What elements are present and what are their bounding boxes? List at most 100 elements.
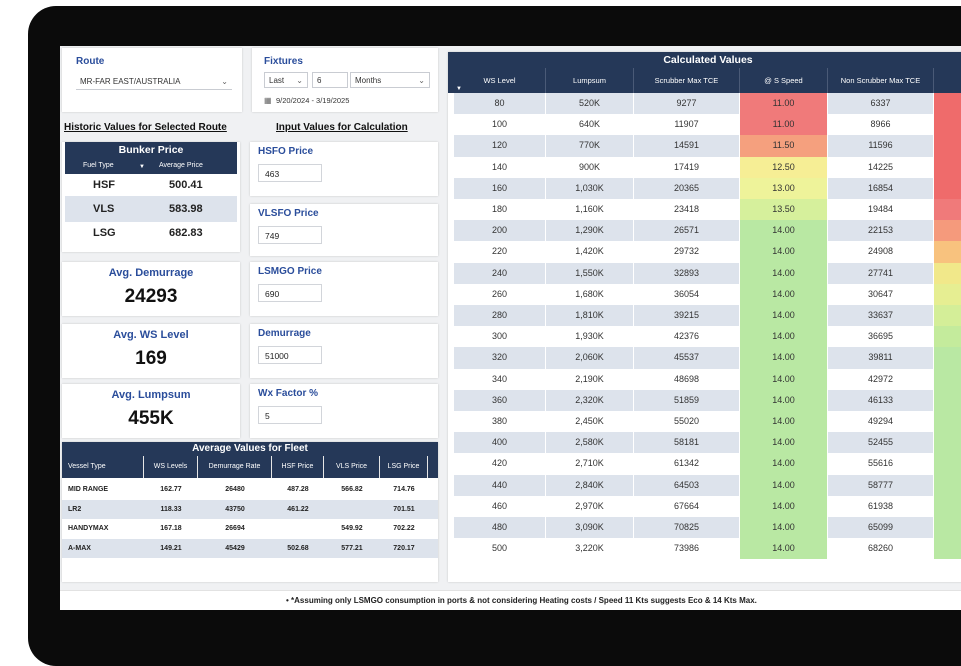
- calc-cell-last: [934, 453, 961, 475]
- calc-cell-last: [934, 538, 961, 560]
- calc-cell-speed: 14.00: [740, 495, 828, 517]
- calc-cell-last: [934, 241, 961, 263]
- calc-cell-lump: 1,030K: [546, 177, 634, 199]
- calc-cell-speed: 13.50: [740, 199, 828, 221]
- calc-cell-lump: 2,320K: [546, 389, 634, 411]
- historic-heading: Historic Values for Selected Route: [64, 122, 227, 133]
- avg-demurrage-label: Avg. Demurrage: [108, 267, 194, 279]
- calc-row: 180 1,160K 23418 13.50 19484: [454, 199, 961, 221]
- calc-row: 260 1,680K 36054 14.00 30647: [454, 283, 961, 305]
- avg-ws-level-value: 169: [135, 348, 167, 369]
- fleet-cell: 487.28: [287, 486, 309, 493]
- calc-cell-non: 22153: [828, 220, 934, 242]
- calc-cell-scr: 67664: [634, 495, 740, 517]
- fleet-col-ws-levels: WS Levels: [144, 456, 198, 478]
- calc-row: 400 2,580K 58181 14.00 52455: [454, 432, 961, 454]
- calc-cell-non: 42972: [828, 368, 934, 390]
- calculated-values-title: Calculated Values: [448, 52, 961, 68]
- calc-cell-scr: 39215: [634, 305, 740, 327]
- wx-factor-input[interactable]: 5: [258, 406, 322, 424]
- calc-col-lumpsum: Lumpsum: [546, 68, 634, 93]
- calc-cell-last: [934, 283, 961, 305]
- calc-cell-ws: 420: [454, 453, 546, 475]
- calc-cell-ws: 140: [454, 156, 546, 178]
- period-mode-select[interactable]: Last ⌄: [264, 72, 308, 88]
- avg-ws-level-label: Avg. WS Level: [113, 329, 189, 341]
- calc-cell-scr: 26571: [634, 220, 740, 242]
- calc-cell-scr: 14591: [634, 135, 740, 157]
- fleet-cell: 577.21: [341, 544, 363, 552]
- calc-cell-speed: 14.00: [740, 220, 828, 242]
- fleet-cell: 720.17: [393, 544, 415, 552]
- calc-cell-scr: 58181: [634, 432, 740, 454]
- period-unit-select[interactable]: Months ⌄: [350, 72, 430, 88]
- calc-cell-speed: 12.50: [740, 156, 828, 178]
- calc-cell-lump: 2,840K: [546, 474, 634, 496]
- calc-col-scrubber-max-tce: Scrubber Max TCE: [634, 68, 740, 93]
- bunker-table-header: Fuel Type ▼ Average Price: [65, 158, 237, 174]
- fleet-cell: MID RANGE: [68, 486, 109, 493]
- calc-cell-non: 55616: [828, 453, 934, 475]
- calc-cell-ws: 400: [454, 432, 546, 454]
- route-select[interactable]: MR-FAR EAST/AUSTRALIA ⌄: [76, 74, 232, 90]
- footer-note: • *Assuming only LSMGO consumption in po…: [286, 596, 757, 605]
- fleet-row: MID RANGE 162.77 26480 487.28 566.82 714…: [62, 480, 438, 500]
- calc-cell-ws: 340: [454, 368, 546, 390]
- calc-cell-ws: 460: [454, 495, 546, 517]
- calc-cell-lump: 3,220K: [546, 538, 634, 560]
- calc-cell-last: [934, 432, 961, 454]
- calc-cell-non: 33637: [828, 305, 934, 327]
- calc-cell-non: 49294: [828, 411, 934, 433]
- fleet-col-vessel-type: Vessel Type: [62, 456, 144, 478]
- route-select-value: MR-FAR EAST/AUSTRALIA: [80, 77, 181, 86]
- fixtures-filter-card: Fixtures Last ⌄ 6 Months ⌄ ▦ 9/20/2024 -…: [252, 48, 438, 112]
- demurrage-input[interactable]: 51000: [258, 346, 322, 364]
- calc-cell-speed: 14.00: [740, 262, 828, 284]
- wx-factor-input-card: Wx Factor % 5: [250, 384, 438, 438]
- calc-cell-non: 39811: [828, 347, 934, 369]
- calc-cell-speed: 14.00: [740, 347, 828, 369]
- calc-cell-non: 36695: [828, 326, 934, 348]
- period-mode-value: Last: [269, 76, 285, 85]
- calc-cell-speed: 14.00: [740, 432, 828, 454]
- lsmgo-label: LSMGO Price: [258, 266, 322, 277]
- calc-cell-lump: 520K: [546, 93, 634, 115]
- calc-cell-ws: 320: [454, 347, 546, 369]
- sort-icon[interactable]: ▼: [456, 86, 462, 92]
- fleet-cell: 149.21: [160, 544, 182, 552]
- calc-cell-non: 52455: [828, 432, 934, 454]
- calc-row: 360 2,320K 51859 14.00 46133: [454, 389, 961, 411]
- fleet-col-lsg-price: LSG Price: [380, 456, 428, 478]
- calendar-icon[interactable]: ▦: [264, 96, 272, 105]
- hsfo-label: HSFO Price: [258, 146, 314, 157]
- sort-icon[interactable]: ▼: [139, 164, 145, 170]
- dashboard-screen: Route MR-FAR EAST/AUSTRALIA ⌄ Fixtures L…: [60, 46, 961, 610]
- calc-cell-non: 27741: [828, 262, 934, 284]
- calc-cell-scr: 20365: [634, 177, 740, 199]
- calc-row: 480 3,090K 70825 14.00 65099: [454, 517, 961, 539]
- vlsfo-input[interactable]: 749: [258, 226, 322, 244]
- date-range-text: 9/20/2024 - 3/19/2025: [276, 96, 350, 105]
- wx-factor-label: Wx Factor %: [258, 388, 319, 399]
- calc-cell-last: [934, 517, 961, 539]
- fleet-col-demurrage-rate: Demurrage Rate: [198, 456, 272, 478]
- calc-cell-lump: 770K: [546, 135, 634, 157]
- hsfo-input-card: HSFO Price 463: [250, 142, 438, 196]
- calc-cell-lump: 2,060K: [546, 347, 634, 369]
- calc-cell-non: 30647: [828, 283, 934, 305]
- period-count-input[interactable]: 6: [312, 72, 348, 88]
- hsfo-input[interactable]: 463: [258, 164, 322, 182]
- lsmgo-input[interactable]: 690: [258, 284, 322, 302]
- calc-row: 240 1,550K 32893 14.00 27741: [454, 262, 961, 284]
- calc-cell-speed: 13.00: [740, 177, 828, 199]
- bunker-price: 682.83: [169, 227, 203, 239]
- calc-cell-lump: 2,190K: [546, 368, 634, 390]
- chevron-down-icon: ⌄: [296, 76, 303, 85]
- period-unit-value: Months: [355, 76, 382, 85]
- bunker-fuel: HSF: [93, 179, 115, 191]
- calc-cell-lump: 1,290K: [546, 220, 634, 242]
- calc-row: 100 640K 11907 11.00 8966: [454, 114, 961, 136]
- avg-lumpsum-card: Avg. Lumpsum 455K: [62, 384, 240, 438]
- calc-cell-scr: 9277: [634, 93, 740, 115]
- average-price-header: Average Price: [159, 162, 203, 169]
